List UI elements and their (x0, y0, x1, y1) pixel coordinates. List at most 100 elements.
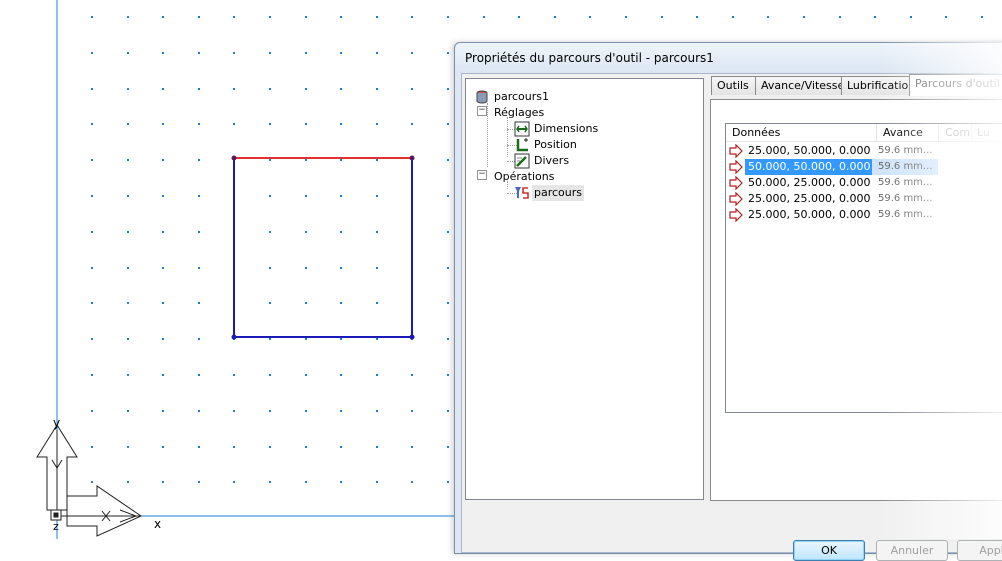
grid-dot (376, 338, 378, 340)
grid-dot (376, 231, 378, 233)
column-header-lubrication[interactable]: Lu (971, 124, 1002, 141)
tab-lubrication[interactable]: Lubrification (841, 76, 915, 95)
grid-dot (233, 52, 235, 54)
grid-dot (91, 302, 93, 304)
grid-dot (376, 195, 378, 197)
list-row[interactable]: 25.000, 25.000, 0.000 59.6 mm... (726, 191, 1002, 207)
row-feed-cell: 59.6 mm... (878, 193, 933, 204)
grid-dot (162, 16, 164, 18)
grid-dot (411, 374, 413, 376)
axis-x-label: x (154, 517, 161, 531)
grid-dot (376, 159, 378, 161)
grid-dot (269, 410, 271, 412)
ok-button[interactable]: OK (793, 540, 865, 561)
grid-dot (340, 446, 342, 448)
grid-dot (732, 16, 734, 18)
grid-dot (269, 159, 271, 161)
list-row[interactable]: 50.000, 50.000, 0.000 59.6 mm... (726, 159, 1002, 175)
grid-dot (198, 16, 200, 18)
grid-dot (554, 16, 556, 18)
path-vertex (231, 334, 237, 340)
grid-dot (376, 302, 378, 304)
row-data-cell: 25.000, 25.000, 0.000 (748, 192, 871, 205)
axis-y-label: y (53, 416, 60, 430)
move-arrow-icon (729, 176, 743, 190)
tree-label-operations: Opérations (494, 170, 555, 183)
grid-dot (91, 267, 93, 269)
grid-dot (447, 16, 449, 18)
move-arrow-icon (729, 144, 743, 158)
axis-z-label: z (53, 520, 59, 533)
grid-dot (91, 338, 93, 340)
grid-dot (269, 267, 271, 269)
grid-dot (447, 302, 449, 304)
collapse-settings-icon[interactable]: − (477, 106, 487, 116)
grid-dot (411, 410, 413, 412)
dialog-client-area: parcours1 − Réglages Dimensions Position… (461, 73, 1002, 561)
column-header-comment[interactable]: Com (939, 124, 972, 141)
apply-button[interactable]: Appli (957, 540, 1002, 561)
grid-dot (127, 159, 129, 161)
grid-dot (198, 410, 200, 412)
grid-dot (91, 195, 93, 197)
grid-dot (518, 16, 520, 18)
grid-dot (233, 374, 235, 376)
tree-label-root: parcours1 (494, 90, 550, 103)
tab-tools[interactable]: Outils (711, 76, 757, 95)
grid-dot (874, 16, 876, 18)
row-feed-cell: 59.6 mm... (878, 145, 933, 156)
grid-dot (305, 446, 307, 448)
grid-dot (91, 123, 93, 125)
collapse-operations-icon[interactable]: − (477, 170, 487, 180)
row-feed-cell: 59.6 mm... (878, 209, 933, 220)
tree-label-dimensions: Dimensions (534, 122, 599, 135)
grid-dot (411, 88, 413, 90)
grid-dot (340, 481, 342, 483)
list-row[interactable]: 50.000, 25.000, 0.000 59.6 mm... (726, 175, 1002, 191)
grid-dot (233, 88, 235, 90)
properties-tree[interactable]: parcours1 − Réglages Dimensions Position… (465, 78, 704, 500)
grid-dot (233, 446, 235, 448)
grid-dot (447, 338, 449, 340)
grid-dot (162, 267, 164, 269)
tab-page-toolpath: Données Avance Com Lu 25.000, 50.000, 0.… (710, 99, 1002, 501)
grid-dot (269, 88, 271, 90)
grid-dot (91, 88, 93, 90)
edit-icon (514, 153, 530, 169)
dialog-title: Propriétés du parcours d'outil - parcour… (465, 51, 714, 65)
tab-toolpath[interactable]: Parcours d'outil (909, 74, 1002, 96)
grid-dot (483, 16, 485, 18)
list-row[interactable]: 25.000, 50.000, 0.000 59.6 mm... (726, 207, 1002, 223)
grid-dot (269, 302, 271, 304)
grid-dot (269, 231, 271, 233)
grid-dot (162, 374, 164, 376)
grid-dot (447, 446, 449, 448)
grid-dot (198, 52, 200, 54)
database-icon (476, 90, 488, 104)
grid-dot (127, 446, 129, 448)
column-header-data[interactable]: Données (726, 124, 877, 141)
grid-dot (340, 302, 342, 304)
grid-dot (376, 374, 378, 376)
path-vertex (409, 155, 415, 161)
grid-dot (127, 338, 129, 340)
grid-dot (340, 231, 342, 233)
cancel-button[interactable]: Annuler (876, 540, 948, 561)
grid-dot (91, 231, 93, 233)
grid-dot (127, 481, 129, 483)
grid-dot (127, 52, 129, 54)
grid-dot (127, 16, 129, 18)
tab-feed-speed[interactable]: Avance/Vitesse (755, 76, 844, 95)
grid-dot (340, 159, 342, 161)
grid-dot (447, 123, 449, 125)
grid-dot (589, 16, 591, 18)
grid-dot (411, 481, 413, 483)
grid-dot (340, 195, 342, 197)
list-row[interactable]: 25.000, 50.000, 0.000 59.6 mm... (726, 143, 1002, 159)
grid-dot (411, 446, 413, 448)
column-header-feed[interactable]: Avance (877, 124, 939, 141)
grid-dot (376, 481, 378, 483)
grid-dot (376, 446, 378, 448)
toolpath-points-list[interactable]: Données Avance Com Lu 25.000, 50.000, 0.… (725, 123, 1002, 413)
grid-dot (162, 88, 164, 90)
